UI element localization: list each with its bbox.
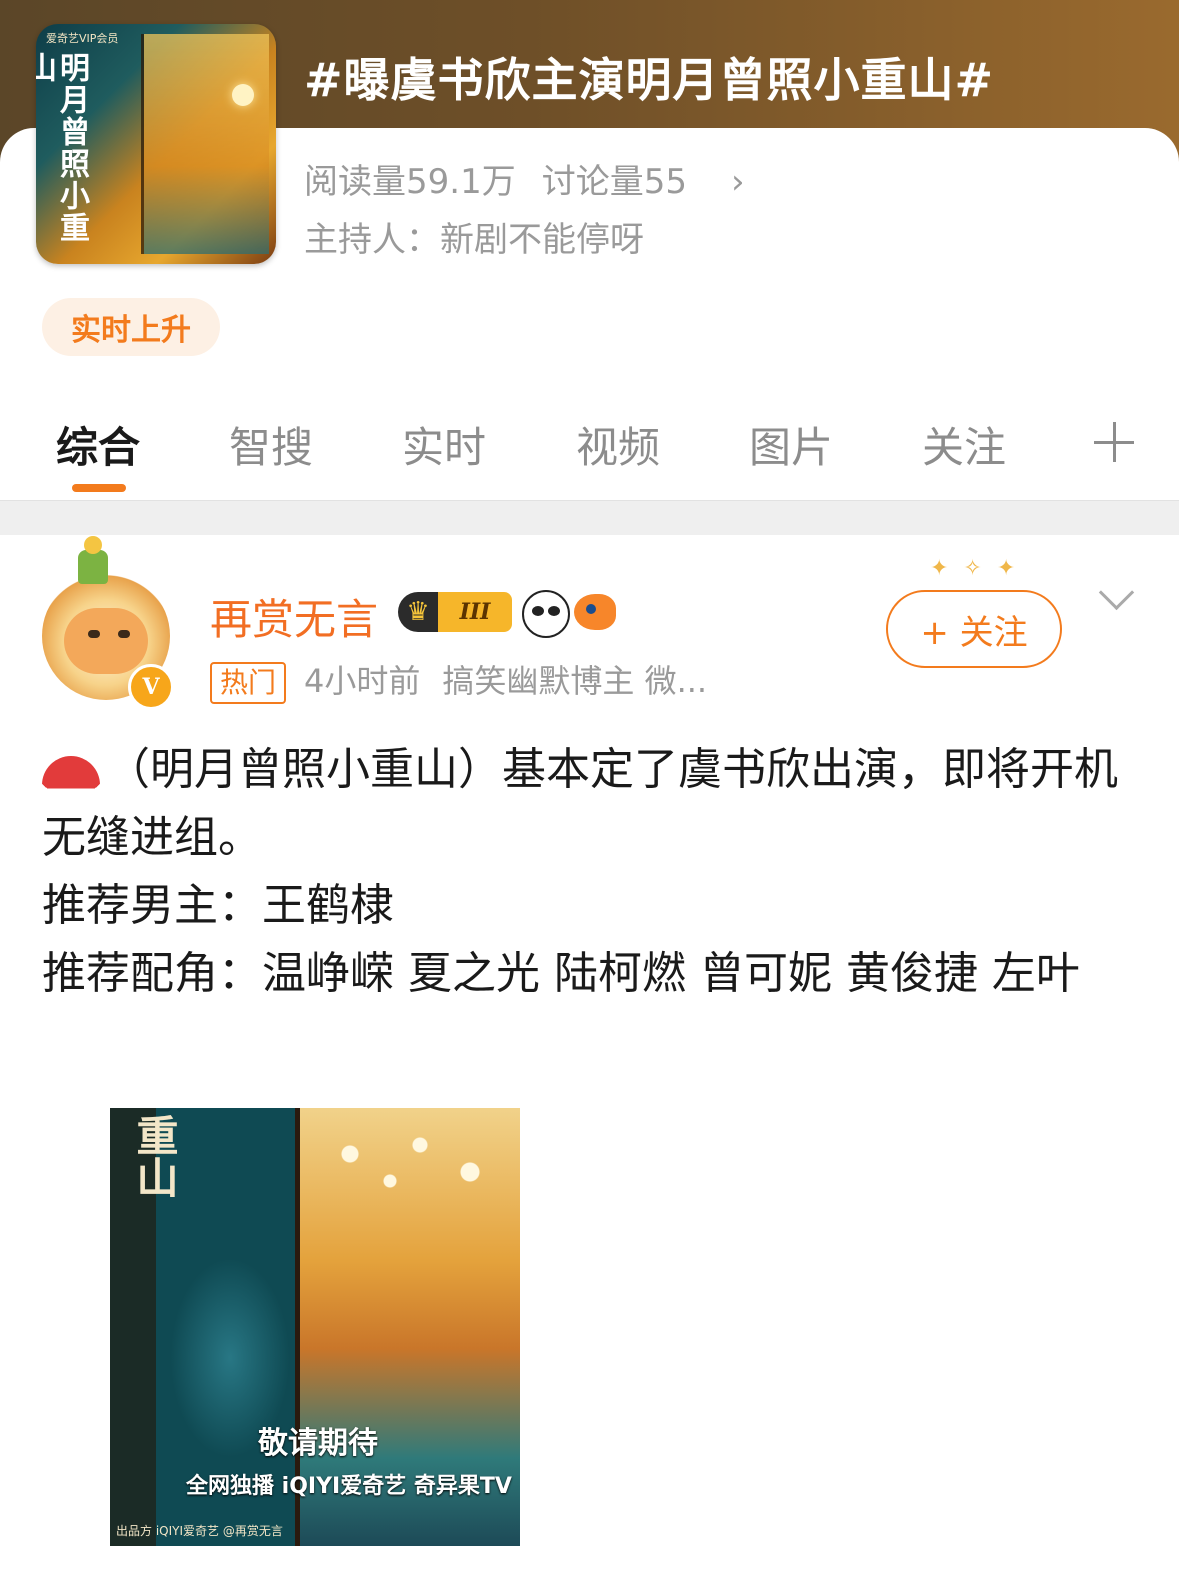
post-body: （明月曾照小重山）基本定了虞书欣出演，即将开机无缝进组。 推荐男主：王鹤棣 推荐… <box>42 736 1142 1008</box>
discussion-count: 讨论量55 <box>541 162 687 202</box>
vip-level: III <box>459 599 491 625</box>
tab-realtime[interactable]: 实时 <box>402 414 486 475</box>
cover-art-panel <box>141 34 269 254</box>
tab-smart-search[interactable]: 智搜 <box>229 414 313 475</box>
chevron-down-icon[interactable] <box>1098 588 1134 608</box>
poster-title: 重山 <box>130 1114 179 1198</box>
post-line: 推荐男主：王鹤棣 <box>42 880 394 931</box>
crown-icon: ♛ <box>406 597 430 627</box>
poster-credit: 出品方 iQIYI爱奇艺 @再赏无言 <box>116 1524 283 1538</box>
poster-blossoms <box>310 1118 510 1208</box>
avatar-eye <box>118 630 130 638</box>
tab-bar: 综合 智搜 实时 视频 图片 关注 <box>0 410 1179 500</box>
cover-brand-label: 爱奇艺VIP会员 <box>46 32 119 45</box>
tab-comprehensive[interactable]: 综合 <box>56 414 140 475</box>
username[interactable]: 再赏无言 <box>210 586 378 647</box>
avatar-eye <box>88 630 100 638</box>
active-tab-indicator <box>72 484 126 492</box>
user-bio: 搞笑幽默博主 微... <box>442 662 708 700</box>
post-image[interactable]: 重山 敬请期待 全网独播 iQIYI爱奇艺 奇异果TV 出品方 iQIYI爱奇艺… <box>110 1108 520 1546</box>
poster-platforms: 全网独播 iQIYI爱奇艺 奇异果TV <box>186 1474 512 1499</box>
cover-moon <box>232 84 254 106</box>
tab-video[interactable]: 视频 <box>576 414 660 475</box>
post-meta: 热门 4小时前 搞笑幽默博主 微... <box>210 656 729 704</box>
chevron-right-icon: › <box>730 162 745 202</box>
sparkle-decoration: ✦ ✧ ✦ <box>930 556 1020 581</box>
follow-button[interactable]: + 关注 <box>886 590 1062 668</box>
post-line: （明月曾照小重山）基本定了虞书欣出演，即将开机无缝进组。 <box>42 736 1142 872</box>
avatar-decoration <box>78 536 108 584</box>
post-line-text: （明月曾照小重山）基本定了虞书欣出演，即将开机无缝进组。 <box>42 744 1118 863</box>
topic-cover-image[interactable]: 爱奇艺VIP会员 明月曾照小重山 <box>36 24 276 264</box>
cover-title: 明月曾照小重山 <box>36 52 89 244</box>
tab-following[interactable]: 关注 <box>922 414 1006 475</box>
post-line: 推荐配角：温峥嵘 夏之光 陆柯燃 曾可妮 黄俊捷 左叶 <box>42 948 1080 999</box>
topic-host[interactable]: 主持人：新剧不能停呀 <box>304 212 644 261</box>
poster-coming-soon: 敬请期待 <box>258 1426 378 1461</box>
watermelon-icon <box>42 756 100 788</box>
avatar-face <box>64 608 148 674</box>
verified-v-icon: V <box>128 664 174 710</box>
trend-badge[interactable]: 实时上升 <box>42 298 220 356</box>
plus-icon[interactable] <box>1094 422 1134 462</box>
topic-stats[interactable]: 阅读量59.1万 讨论量55 › <box>304 154 771 203</box>
panda-icon[interactable] <box>522 590 570 638</box>
post-time: 4小时前 <box>304 662 421 700</box>
read-count: 阅读量59.1万 <box>304 162 516 202</box>
section-divider <box>0 500 1179 535</box>
fish-icon[interactable] <box>574 594 616 630</box>
tab-pictures[interactable]: 图片 <box>749 414 833 475</box>
vip-level-badge[interactable]: ♛ III <box>398 592 512 632</box>
hot-tag: 热门 <box>210 662 287 704</box>
topic-title: #曝虞书欣主演明月曾照小重山# <box>304 53 995 107</box>
